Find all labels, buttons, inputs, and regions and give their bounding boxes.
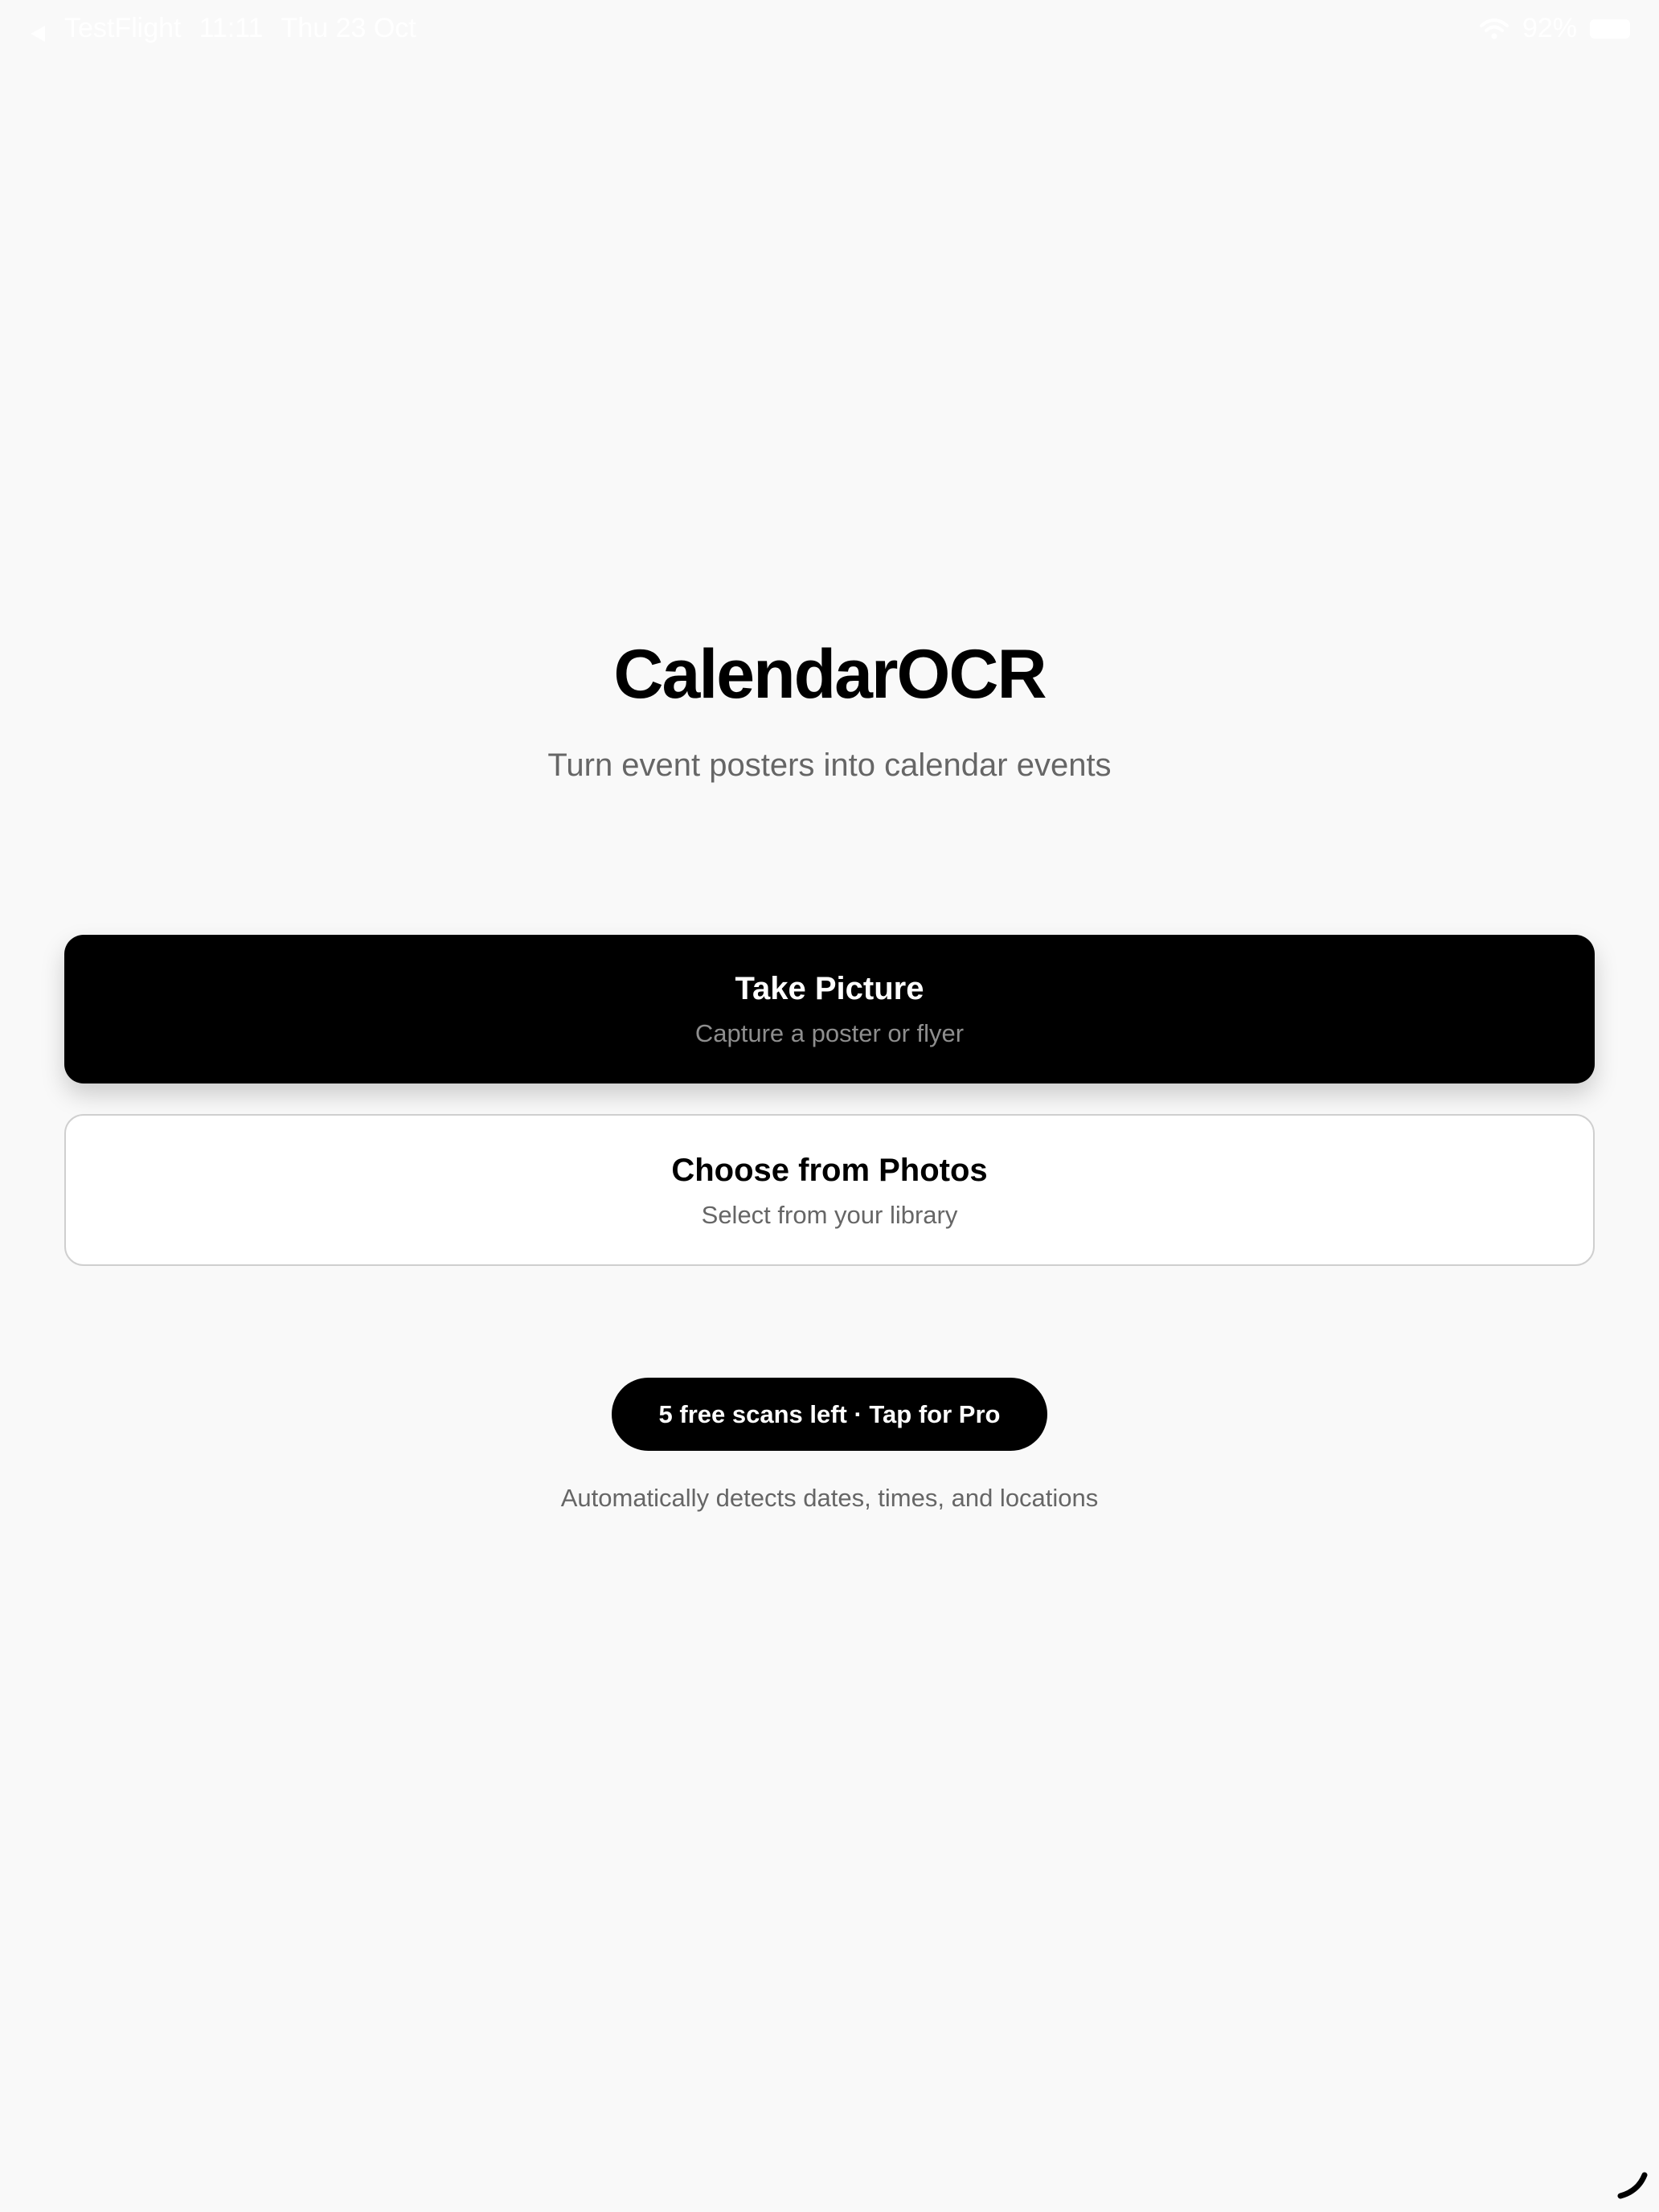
feature-footnote: Automatically detects dates, times, and … <box>560 1484 1099 1512</box>
back-arrow-icon[interactable] <box>29 19 47 42</box>
status-time: 11:11 <box>199 13 264 43</box>
take-picture-button[interactable]: Take Picture Capture a poster or flyer <box>64 935 1595 1083</box>
take-picture-sublabel: Capture a poster or flyer <box>694 1019 965 1047</box>
pro-upgrade-button[interactable]: 5 free scans left · Tap for Pro <box>612 1378 1047 1451</box>
choose-from-photos-label: Choose from Photos <box>671 1153 988 1188</box>
status-date: Thu 23 Oct <box>281 13 416 43</box>
battery-percentage: 92% <box>1522 13 1577 43</box>
wifi-icon <box>1479 17 1509 41</box>
battery-icon <box>1590 18 1630 39</box>
status-bar: TestFlight 11:11 Thu 23 Oct 92% <box>0 0 1659 58</box>
loading-spinner-icon <box>1614 2169 1653 2201</box>
back-to-app-link[interactable]: TestFlight <box>64 13 182 44</box>
choose-from-photos-button[interactable]: Choose from Photos Select from your libr… <box>64 1114 1595 1266</box>
status-bar-right: 92% <box>1479 13 1630 44</box>
status-bar-left: TestFlight 11:11 Thu 23 Oct <box>29 13 416 44</box>
take-picture-label: Take Picture <box>735 971 924 1006</box>
app-title: CalendarOCR <box>613 636 1047 713</box>
app-subtitle: Turn event posters into calendar events <box>547 748 1112 783</box>
choose-from-photos-sublabel: Select from your library <box>701 1201 958 1229</box>
